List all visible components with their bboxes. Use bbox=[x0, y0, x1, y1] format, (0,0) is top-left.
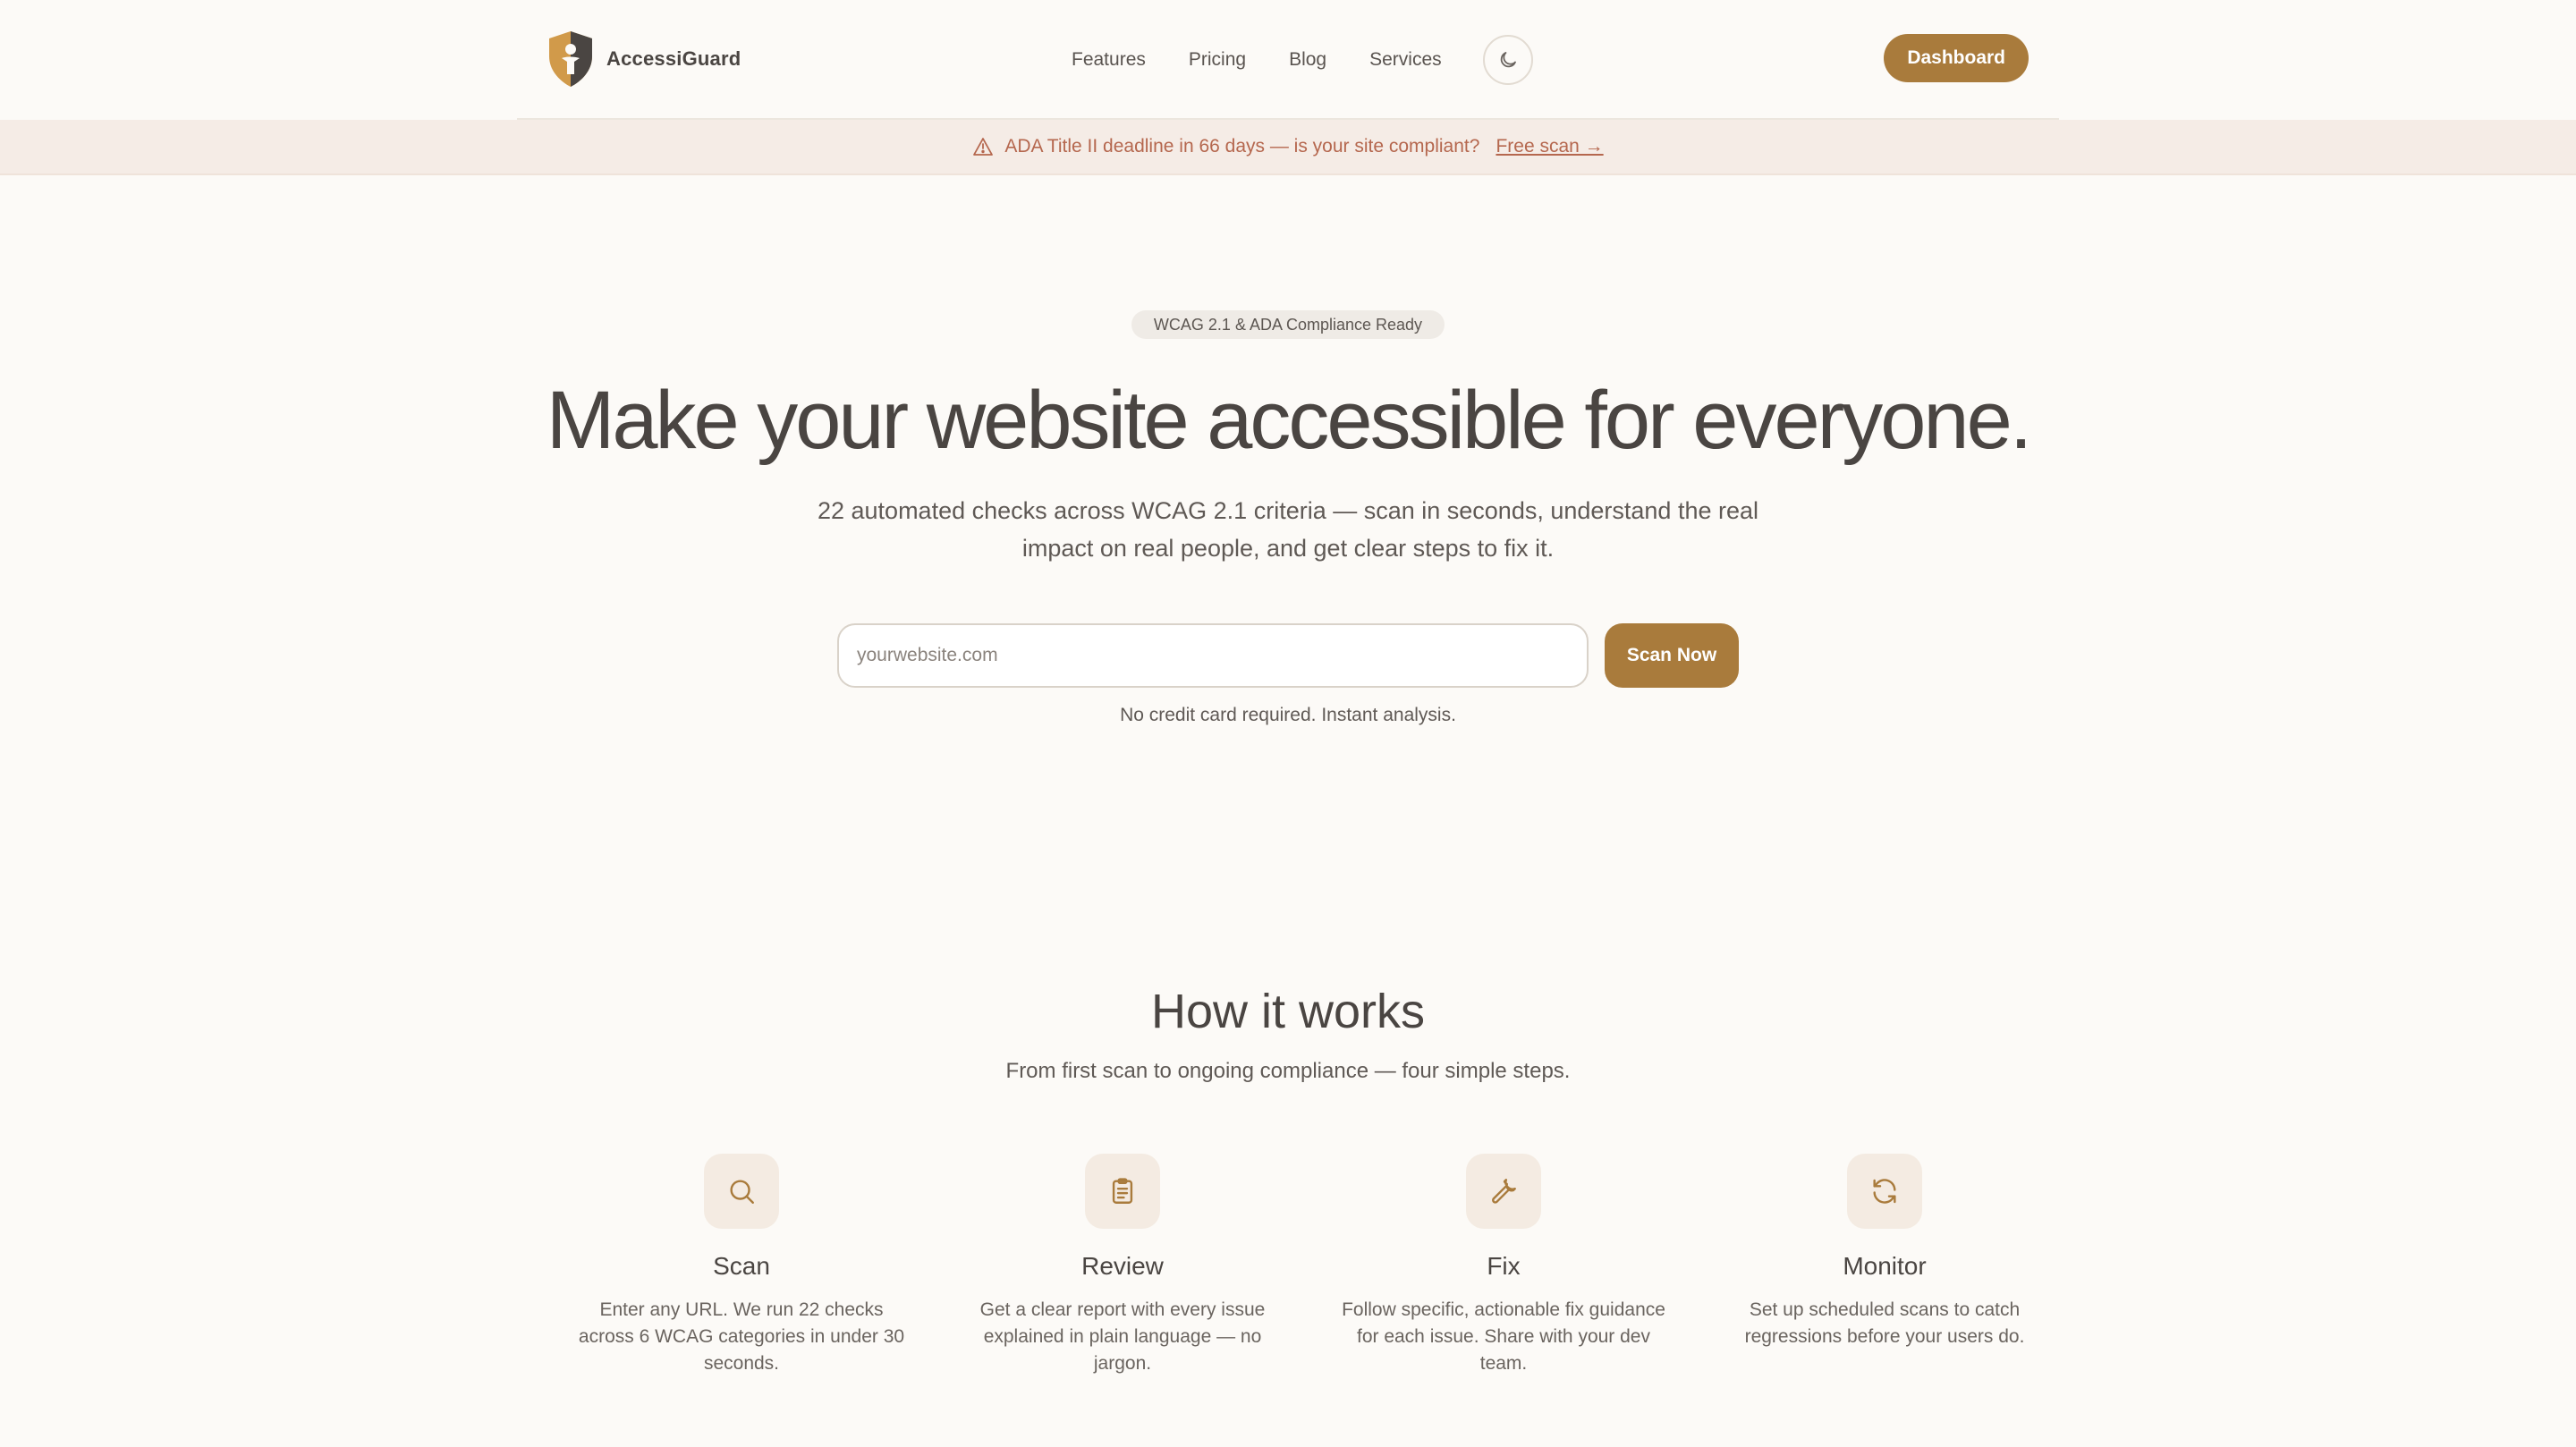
theme-toggle-button[interactable] bbox=[1482, 35, 1533, 85]
brand-name: AccessiGuard bbox=[606, 47, 741, 70]
shield-logo-icon bbox=[549, 31, 592, 87]
step-scan: Scan Enter any URL. We run 22 checks acr… bbox=[551, 1154, 932, 1377]
wrench-icon bbox=[1492, 1179, 1516, 1204]
compliance-badge: WCAG 2.1 & ADA Compliance Ready bbox=[1131, 310, 1445, 339]
how-it-works-subtitle: From first scan to ongoing compliance — … bbox=[1005, 1059, 1571, 1083]
step-review: Review Get a clear report with every iss… bbox=[932, 1154, 1313, 1377]
step-icon-tile bbox=[1466, 1154, 1541, 1229]
step-icon-tile bbox=[704, 1154, 779, 1229]
search-icon bbox=[730, 1180, 754, 1204]
step-description: Follow specific, actionable fix guidance… bbox=[1342, 1299, 1665, 1374]
how-it-works-title: How it works bbox=[1150, 985, 1426, 1038]
step-title: Scan bbox=[713, 1252, 770, 1280]
main-nav: Features Pricing Blog Services bbox=[1072, 0, 1533, 120]
step-icon-tile bbox=[1847, 1154, 1922, 1229]
step-description: Get a clear report with every issue expl… bbox=[979, 1299, 1266, 1374]
refresh-icon bbox=[1873, 1179, 1896, 1204]
scan-note: No credit card required. Instant analysi… bbox=[1120, 705, 1456, 725]
site-header: AccessiGuard Features Pricing Blog Servi… bbox=[517, 0, 2059, 120]
deadline-banner: ADA Title II deadline in 66 days — is yo… bbox=[0, 120, 2576, 175]
step-monitor: Monitor Set up scheduled scans to catch … bbox=[1694, 1154, 2075, 1377]
scan-form: Scan Now bbox=[837, 623, 1739, 688]
nav-link-features[interactable]: Features bbox=[1072, 49, 1146, 71]
step-title: Review bbox=[1081, 1252, 1164, 1280]
moon-icon bbox=[1500, 52, 1516, 68]
step-fix: Fix Follow specific, actionable fix guid… bbox=[1313, 1154, 1694, 1377]
free-scan-link[interactable]: Free scan → bbox=[1496, 136, 1603, 157]
step-title: Fix bbox=[1487, 1252, 1521, 1280]
clipboard-icon bbox=[1112, 1178, 1133, 1204]
dashboard-button[interactable]: Dashboard bbox=[1884, 34, 2029, 82]
nav-link-pricing[interactable]: Pricing bbox=[1189, 49, 1246, 71]
nav-link-blog[interactable]: Blog bbox=[1289, 49, 1326, 71]
url-input[interactable] bbox=[837, 623, 1589, 688]
step-title: Monitor bbox=[1843, 1252, 1927, 1280]
scan-now-button[interactable]: Scan Now bbox=[1605, 623, 1739, 688]
nav-link-services[interactable]: Services bbox=[1369, 49, 1442, 71]
hero-subtitle: 22 automated checks across WCAG 2.1 crit… bbox=[817, 497, 1758, 562]
step-description: Set up scheduled scans to catch regressi… bbox=[1744, 1299, 2025, 1347]
step-description: Enter any URL. We run 22 checks across 6… bbox=[578, 1299, 905, 1374]
hero-title: Make your website accessible for everyon… bbox=[546, 375, 2033, 466]
banner-text: ADA Title II deadline in 66 days — is yo… bbox=[1004, 136, 1480, 157]
steps-list: Scan Enter any URL. We run 22 checks acr… bbox=[551, 1154, 2075, 1377]
brand-logo-link[interactable]: AccessiGuard bbox=[546, 30, 741, 89]
warning-icon bbox=[973, 138, 994, 156]
step-icon-tile bbox=[1085, 1154, 1160, 1229]
